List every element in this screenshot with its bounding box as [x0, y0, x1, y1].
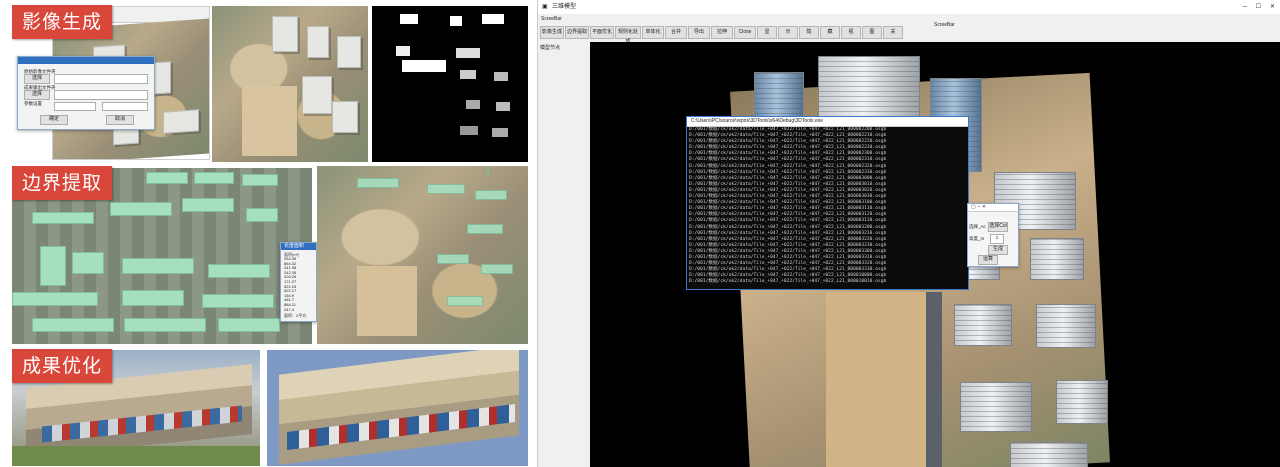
select-column-button[interactable]: 选择Col [988, 222, 1008, 232]
road [926, 292, 942, 467]
height-dialog: ▢ ─ ✕ 选择_Ac 选择Col 高度_m 1 生成 运算 [967, 203, 1019, 267]
area-list: 254.35 864.32 241.98 242.35 203.26 171.27 522.… [284, 256, 296, 313]
banner-boundary-extraction: 边界提取 [12, 166, 113, 200]
tower-model [1036, 304, 1096, 348]
banner-result-optimization: 成果优化 [12, 349, 113, 383]
3d-model-application: ▣ 三维模型 ─ ☐ ✕ ScreeBar ScreeBar 影像生成 边界提取平… [537, 0, 1280, 467]
app-titlebar: ▣ 三维模型 ─ ☐ ✕ [538, 0, 1280, 14]
height-input[interactable]: 1 [990, 234, 1004, 244]
console-output: D:/001/数据/ck/ok2/data/Tile_+047_+022/Til… [687, 127, 968, 285]
toolbar-button-5[interactable]: 合并 [665, 26, 687, 39]
toolbar-button-11[interactable]: 隐 [799, 26, 819, 39]
orthophoto-panel [212, 6, 368, 162]
tower-model [818, 56, 920, 122]
dialog-label-3: 参数设置 [24, 101, 42, 106]
console-window[interactable]: C:\Users\PC\source\repos\3DTools\x64\Deb… [686, 116, 969, 290]
dialog-titlebar [18, 57, 154, 64]
toolbar-button-4[interactable]: 单体化 [642, 26, 664, 39]
select-output-folder-button[interactable]: 选择 [24, 90, 50, 100]
toolbar-button-3[interactable]: 规则化处理 [615, 26, 641, 45]
toolbar-button-0[interactable]: 影像生成 [540, 26, 564, 39]
sand-lot [826, 292, 926, 467]
area-list-footer: 面积：2平方 [284, 313, 307, 318]
console-line: D:/001/数据/ck/ok2/data/Tile_+047_+022/Til… [689, 279, 887, 285]
toolbar-button-14[interactable]: 图 [862, 26, 882, 39]
app-title: 三维模型 [552, 4, 577, 10]
maximize-icon[interactable]: ☐ [1256, 0, 1261, 14]
tower-model [1056, 380, 1108, 424]
height-mask-panel [372, 6, 528, 162]
area-list-window: 长度面积 面积(m²) 254.35 864.32 241.98 242.35 203.… [280, 242, 317, 322]
select-input-folder-button[interactable]: 选择 [24, 74, 50, 84]
toolbar-right-label: ScreeBar [934, 22, 955, 28]
tower-model [1030, 238, 1084, 280]
height-dialog-titlebar: ▢ ─ ✕ [968, 204, 1018, 212]
model-after-panel [267, 350, 528, 466]
footprint-overlay-panel [317, 166, 528, 344]
toolbar-button-8[interactable]: Close [734, 26, 756, 39]
3d-viewport[interactable]: C:\Users\PC\source\repos\3DTools\x64\Deb… [590, 42, 1280, 467]
banner-image-generation: 影像生成 [12, 5, 113, 39]
tower-model [960, 382, 1032, 432]
cancel-button[interactable]: 取消 [106, 115, 134, 125]
confirm-button[interactable]: 确定 [40, 115, 68, 125]
tower-model [1010, 442, 1088, 467]
toolbar-button-12[interactable]: 藏 [820, 26, 840, 39]
output-folder-field[interactable] [54, 90, 148, 100]
menu-label: ScreeBar [541, 16, 562, 22]
tower-model [954, 304, 1012, 346]
area-list-titlebar: 长度面积 [281, 243, 316, 250]
model-tree-label: 模型节点 [540, 45, 561, 51]
height-dialog-label-b: 高度_m [969, 236, 985, 241]
toolbar-button-10[interactable]: 示 [778, 26, 798, 39]
run-button[interactable]: 运算 [978, 255, 998, 265]
parameter-dialog: 原始影像文件夹 选择 成果输出文件夹 选择 参数设置 确定 取消 [17, 56, 155, 130]
app-icon: ▣ [542, 4, 548, 10]
console-titlebar: C:\Users\PC\source\repos\3DTools\x64\Deb… [687, 117, 968, 127]
toolbar-button-13[interactable]: 视 [841, 26, 861, 39]
height-dialog-label-a: 选择_Ac [969, 224, 986, 229]
input-folder-field[interactable] [54, 74, 148, 84]
toolbar-button-2[interactable]: 平面优化 [590, 26, 614, 39]
toolbar-button-15[interactable]: 关 [883, 26, 903, 39]
area-list-item[interactable]: 247.4 [284, 307, 296, 313]
toolbar-button-6[interactable]: 导出 [688, 26, 710, 39]
toolbar-button-7[interactable]: 拉伸 [711, 26, 733, 39]
toolbar-button-1[interactable]: 边界提取 [565, 26, 589, 39]
param-field-b[interactable] [102, 102, 148, 111]
param-field-a[interactable] [54, 102, 96, 111]
close-icon[interactable]: ✕ [1270, 0, 1275, 14]
generate-button[interactable]: 生成 [988, 245, 1008, 255]
minimize-icon[interactable]: ─ [1243, 0, 1247, 14]
toolbar-button-9[interactable]: 显 [757, 26, 777, 39]
